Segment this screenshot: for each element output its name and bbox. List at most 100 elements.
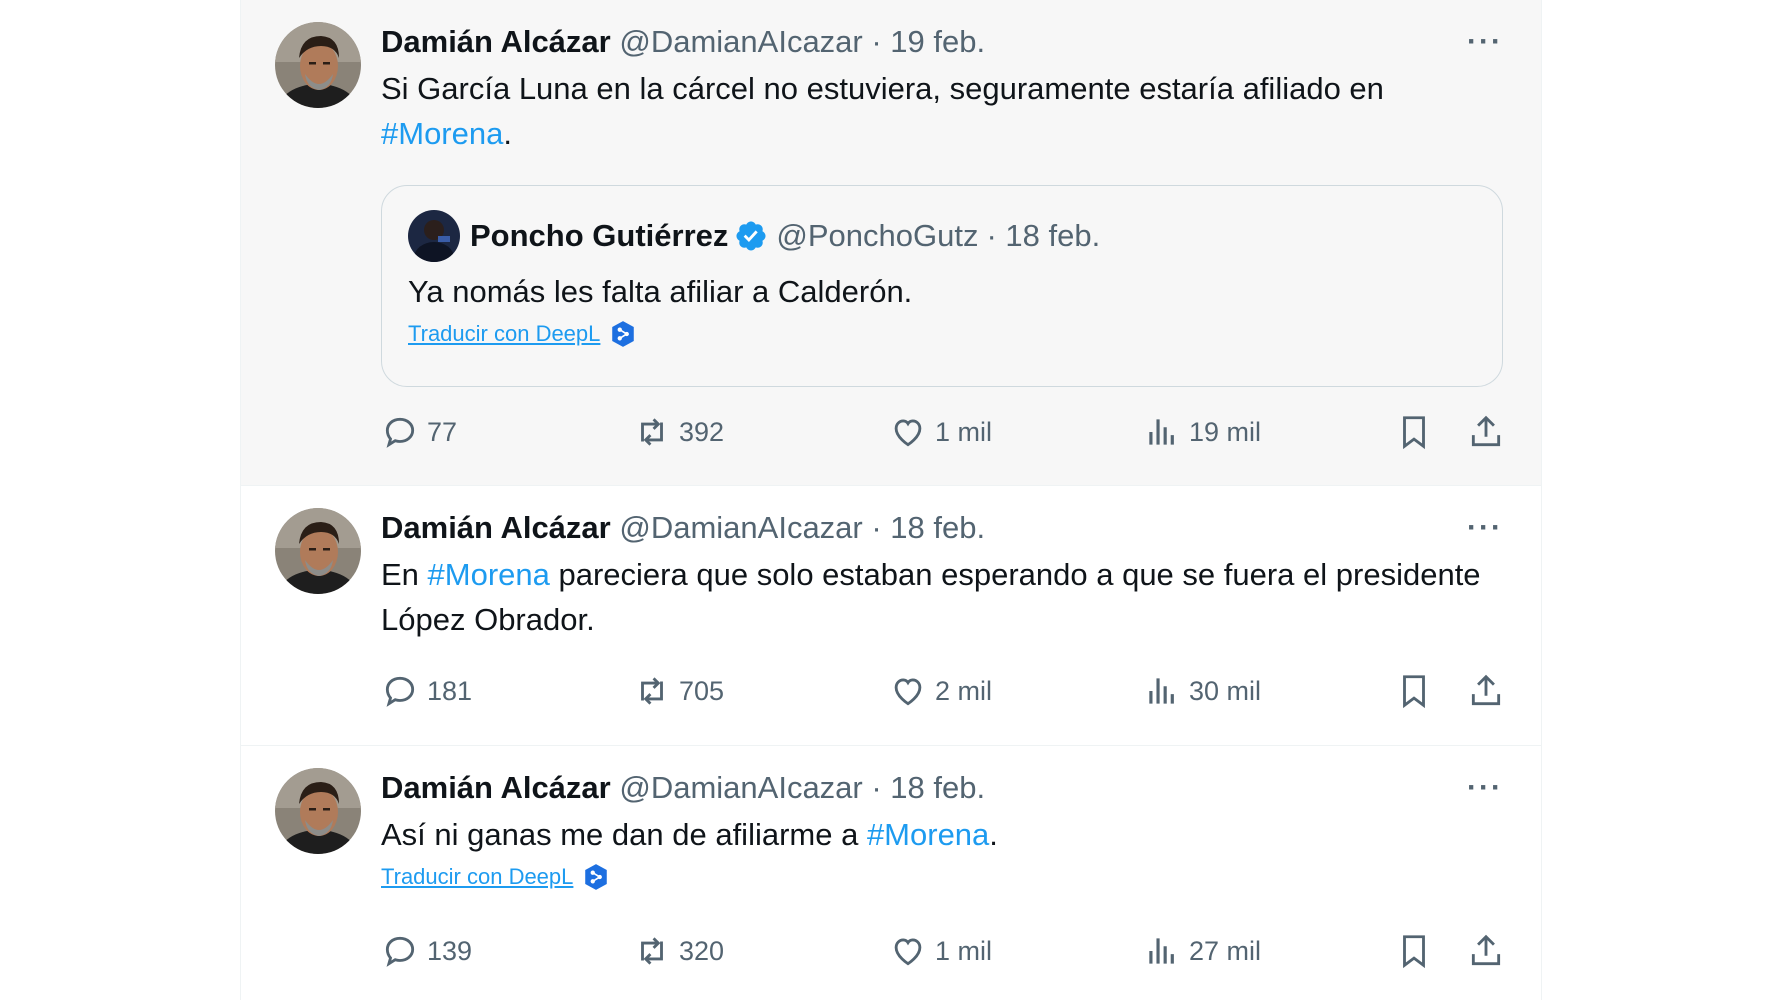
translate-row: Traducir con DeepL <box>408 320 1476 348</box>
like-count: 2 mil <box>935 675 993 706</box>
retweet-count: 392 <box>679 416 725 447</box>
quoted-author-name[interactable]: Poncho Gutiérrez <box>470 216 728 256</box>
more-options-icon[interactable]: ··· <box>1465 22 1505 62</box>
retweet-icon <box>641 677 663 705</box>
like-button[interactable]: 1 mil <box>889 410 992 454</box>
quoted-tweet-date[interactable]: · 18 feb. <box>986 216 1100 256</box>
retweet-button[interactable]: 320 <box>633 929 724 973</box>
hashtag-link[interactable]: #Morena <box>867 817 989 852</box>
quoted-tweet-text: Ya nomás les falta afiliar a Calderón. <box>408 274 913 309</box>
reply-icon <box>385 936 415 967</box>
reply-button[interactable]: 139 <box>381 929 472 973</box>
tweet[interactable]: Damián Alcázar @DamianAIcazar · 19 feb. … <box>241 0 1541 486</box>
avatar[interactable] <box>275 508 361 594</box>
tweet[interactable]: Damián Alcázar @DamianAIcazar · 18 feb. … <box>241 486 1541 746</box>
tweet-text-part: . <box>503 116 512 151</box>
views-icon <box>1149 938 1174 964</box>
retweet-count: 705 <box>679 675 725 706</box>
retweet-icon <box>641 418 663 446</box>
reply-count: 181 <box>427 675 473 706</box>
bookmark-icon <box>1403 935 1425 969</box>
tweet-text-part: Así ni ganas me dan de afiliarme a <box>381 817 867 852</box>
views-count: 19 mil <box>1189 416 1262 447</box>
retweet-count: 320 <box>679 935 725 966</box>
translate-label[interactable]: Traducir con DeepL <box>408 321 600 347</box>
tweet-header: Damián Alcázar @DamianAIcazar · 18 feb. <box>381 768 1505 808</box>
views-icon <box>1149 419 1174 445</box>
views-button[interactable]: 30 mil <box>1143 669 1261 713</box>
author-handle[interactable]: @DamianAIcazar <box>619 770 862 805</box>
quoted-tweet[interactable]: Poncho Gutiérrez @PonchoGutz · 18 feb. Y… <box>381 185 1503 387</box>
share-button[interactable] <box>1467 669 1505 713</box>
like-icon <box>894 938 922 966</box>
tweet[interactable]: Damián Alcázar @DamianAIcazar · 18 feb. … <box>241 746 1541 1000</box>
tweet-body: Damián Alcázar @DamianAIcazar · 19 feb. … <box>381 22 1505 156</box>
quoted-author-handle[interactable]: @PonchoGutz <box>776 216 978 256</box>
tweet-date[interactable]: · 18 feb. <box>871 770 985 805</box>
views-icon <box>1149 678 1174 704</box>
tweet-actions: 139 320 1 mil 27 mil <box>381 929 1505 973</box>
author-name[interactable]: Damián Alcázar <box>381 510 611 545</box>
tweet-text-part: Si García Luna en la cárcel no estuviera… <box>381 71 1384 106</box>
bookmark-button[interactable] <box>1395 410 1433 454</box>
tweet-text: En #Morena pareciera que solo estaban es… <box>381 552 1505 642</box>
translate-label[interactable]: Traducir con DeepL <box>381 864 573 890</box>
reply-button[interactable]: 77 <box>381 410 457 454</box>
tweet-body: Damián Alcázar @DamianAIcazar · 18 feb. … <box>381 768 1505 891</box>
translate-link[interactable]: Traducir con DeepL <box>408 320 636 348</box>
avatar[interactable] <box>275 768 361 854</box>
like-icon <box>894 419 922 447</box>
tweet-header: Damián Alcázar @DamianAIcazar · 18 feb. <box>381 508 1505 548</box>
like-button[interactable]: 2 mil <box>889 669 992 713</box>
hashtag-link[interactable]: #Morena <box>428 557 550 592</box>
share-button[interactable] <box>1467 410 1505 454</box>
like-button[interactable]: 1 mil <box>889 929 992 973</box>
quoted-tweet-header: Poncho Gutiérrez @PonchoGutz · 18 feb. <box>408 210 1476 262</box>
author-handle[interactable]: @DamianAIcazar <box>619 510 862 545</box>
reply-count: 77 <box>427 416 458 447</box>
views-button[interactable]: 19 mil <box>1143 410 1261 454</box>
tweet-date[interactable]: · 18 feb. <box>871 510 985 545</box>
share-icon <box>1471 674 1501 706</box>
bookmark-button[interactable] <box>1395 669 1433 713</box>
retweet-button[interactable]: 705 <box>633 669 724 713</box>
tweet-text-part: En <box>381 557 428 592</box>
tweet-text: Si García Luna en la cárcel no estuviera… <box>381 66 1505 156</box>
author-handle[interactable]: @DamianAIcazar <box>619 24 862 59</box>
translate-row: Traducir con DeepL <box>381 863 1505 891</box>
reply-count: 139 <box>427 935 473 966</box>
tweet-date[interactable]: · 19 feb. <box>871 24 985 59</box>
bookmark-icon <box>1403 675 1425 709</box>
like-count: 1 mil <box>935 935 993 966</box>
author-name[interactable]: Damián Alcázar <box>381 24 611 59</box>
verified-badge-icon <box>736 221 766 251</box>
views-count: 27 mil <box>1189 935 1262 966</box>
reply-icon <box>385 417 415 448</box>
avatar[interactable] <box>275 22 361 108</box>
reply-icon <box>385 676 415 707</box>
more-options-icon[interactable]: ··· <box>1465 768 1505 808</box>
views-count: 30 mil <box>1189 675 1262 706</box>
share-icon <box>1471 934 1501 966</box>
reply-button[interactable]: 181 <box>381 669 472 713</box>
more-options-icon[interactable]: ··· <box>1465 508 1505 548</box>
quoted-avatar[interactable] <box>408 210 460 262</box>
share-icon <box>1471 415 1501 447</box>
author-name[interactable]: Damián Alcázar <box>381 770 611 805</box>
like-icon <box>894 678 922 706</box>
tweet-actions: 77 392 1 mil 19 mil <box>381 410 1505 454</box>
bookmark-icon <box>1403 416 1425 450</box>
deepl-icon <box>585 864 608 890</box>
retweet-button[interactable]: 392 <box>633 410 724 454</box>
hashtag-link[interactable]: #Morena <box>381 116 503 151</box>
tweet-body: Damián Alcázar @DamianAIcazar · 18 feb. … <box>381 508 1505 642</box>
views-button[interactable]: 27 mil <box>1143 929 1261 973</box>
bookmark-button[interactable] <box>1395 929 1433 973</box>
deepl-icon <box>612 321 635 347</box>
translate-link[interactable]: Traducir con DeepL <box>381 863 609 891</box>
share-button[interactable] <box>1467 929 1505 973</box>
timeline-feed: Damián Alcázar @DamianAIcazar · 19 feb. … <box>240 0 1542 1000</box>
tweet-text: Así ni ganas me dan de afiliarme a #More… <box>381 812 1505 857</box>
tweet-header: Damián Alcázar @DamianAIcazar · 19 feb. <box>381 22 1505 62</box>
tweet-actions: 181 705 2 mil 30 mil <box>381 669 1505 713</box>
